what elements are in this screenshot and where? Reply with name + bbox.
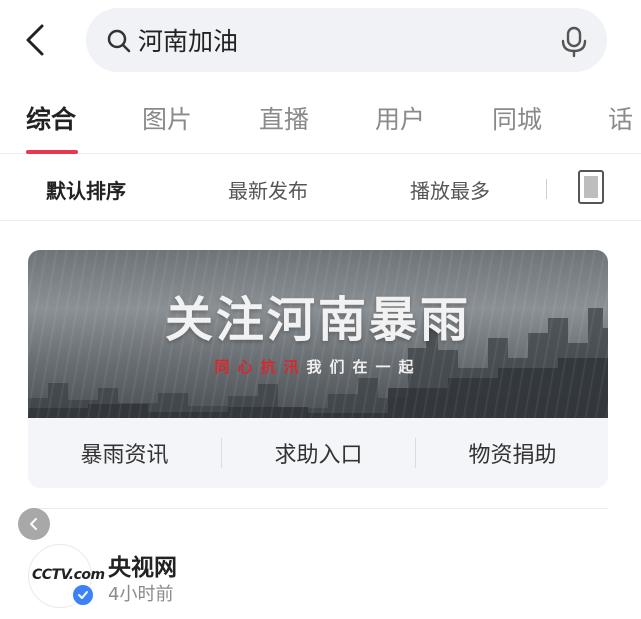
sort-default[interactable]: 默认排序: [46, 175, 126, 204]
layout-toggle-icon[interactable]: [578, 170, 604, 204]
sort-newest[interactable]: 最新发布: [228, 175, 308, 204]
tab-images[interactable]: 图片: [142, 100, 192, 136]
collapse-arrow-button[interactable]: [18, 508, 50, 540]
post-time: 4小时前: [108, 584, 174, 605]
search-icon: [107, 29, 131, 53]
section-divider: [28, 508, 608, 509]
topic-actions: 暴雨资讯 求助入口 物资捐助: [28, 418, 608, 488]
cctv-logo: CCTV.com: [32, 567, 105, 583]
banner-subtitle-white: 我们在一起: [306, 358, 422, 376]
avatar[interactable]: CCTV.com: [28, 544, 105, 608]
sort-most-played[interactable]: 播放最多: [410, 175, 490, 204]
topic-card: 关注河南暴雨 同心抗汛我们在一起 暴雨资讯 求助入口 物资捐助: [28, 250, 608, 488]
chevron-left-icon[interactable]: [18, 20, 54, 60]
search-bar[interactable]: [86, 8, 607, 72]
banner-title: 关注河南暴雨: [164, 292, 471, 348]
tab-comprehensive[interactable]: 综合: [26, 100, 76, 136]
account-name[interactable]: 央视网: [108, 548, 177, 582]
help-entry-button[interactable]: 求助入口: [222, 418, 415, 488]
result-tabs: 综合 图片 直播 用户 同城 话: [0, 96, 641, 154]
tab-live[interactable]: 直播: [259, 100, 309, 136]
chevron-left-icon: [30, 518, 37, 530]
search-header: [0, 0, 641, 80]
tab-users[interactable]: 用户: [375, 100, 425, 136]
topic-banner[interactable]: 关注河南暴雨 同心抗汛我们在一起: [28, 250, 608, 418]
active-tab-indicator: [26, 150, 78, 154]
rainstorm-news-button[interactable]: 暴雨资讯: [28, 418, 221, 488]
banner-subtitle-red: 同心抗汛: [214, 358, 307, 376]
tab-local[interactable]: 同城: [492, 100, 542, 136]
banner-subtitle: 同心抗汛我们在一起: [28, 356, 608, 377]
sort-bar: 默认排序 最新发布 播放最多: [0, 155, 641, 221]
microphone-icon[interactable]: [560, 26, 588, 58]
sort-divider: [546, 179, 547, 199]
tab-topics[interactable]: 话: [608, 100, 633, 136]
supply-donation-button[interactable]: 物资捐助: [416, 418, 608, 488]
search-input[interactable]: [138, 20, 538, 60]
verified-check-icon: [71, 583, 95, 607]
